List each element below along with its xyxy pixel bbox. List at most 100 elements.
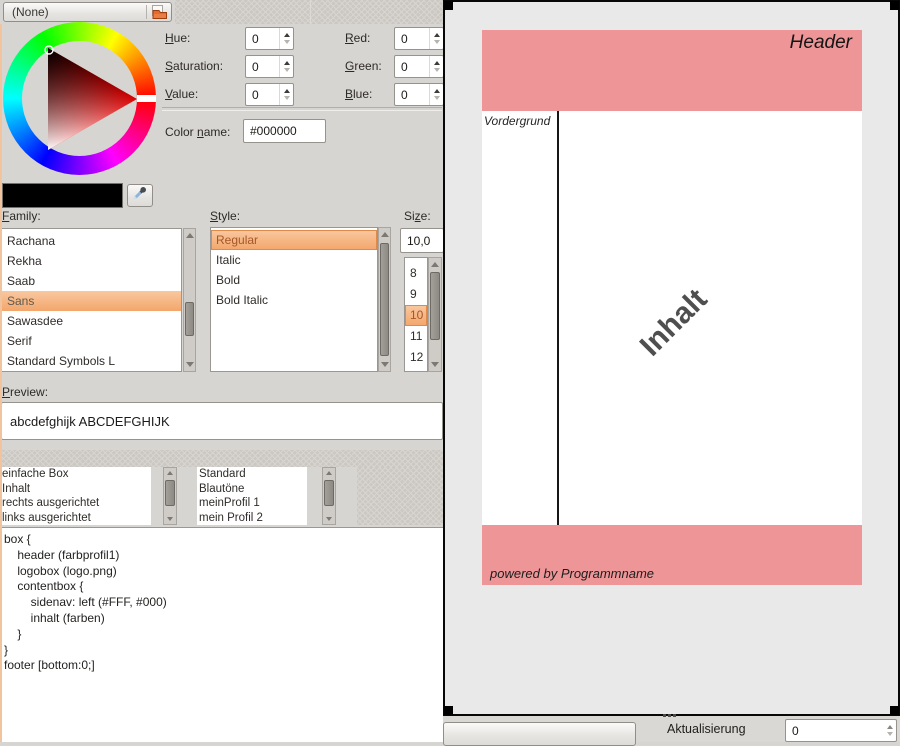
hue-spinner[interactable]: 0 xyxy=(245,27,294,50)
spinner-arrows[interactable] xyxy=(429,84,443,105)
list-item[interactable]: Italic xyxy=(211,250,377,270)
size-list[interactable]: 7 8 9 10 11 12 13 xyxy=(404,257,428,372)
preview-content-label: Inhalt xyxy=(616,265,732,381)
list-item[interactable]: Inhalt xyxy=(0,482,151,497)
list-item[interactable]: mein Profil 2 xyxy=(197,511,307,526)
scroll-down-icon[interactable] xyxy=(381,362,389,367)
scroll-up-icon[interactable] xyxy=(381,232,389,237)
preview-content-box[interactable]: Inhalt xyxy=(559,111,862,525)
list-item[interactable]: 13 xyxy=(405,368,427,372)
preview-footer-box[interactable]: powered by Programmname xyxy=(482,525,862,585)
spinner-arrows[interactable] xyxy=(279,28,293,49)
scroll-down-icon[interactable] xyxy=(186,362,194,367)
hue-label: Hue: xyxy=(165,31,190,45)
scrollbar-thumb[interactable] xyxy=(185,302,194,336)
list-item[interactable]: Bold xyxy=(211,270,377,290)
scrollbar-thumb[interactable] xyxy=(324,480,334,506)
scroll-down-icon[interactable] xyxy=(431,362,439,367)
preview-header-box[interactable]: Header xyxy=(482,30,862,111)
scroll-up-icon[interactable] xyxy=(431,262,439,267)
color-profile-list[interactable]: Standard Blautöne meinProfil 1 mein Prof… xyxy=(197,467,307,525)
spinner-arrows[interactable] xyxy=(279,84,293,105)
red-label: Red: xyxy=(345,31,370,45)
bottom-bar: Aktualisierung 0 xyxy=(443,716,900,742)
spinner-arrows[interactable] xyxy=(429,28,443,49)
box-list-scrollbar[interactable] xyxy=(163,467,177,525)
code-line: contentbox { xyxy=(4,579,443,595)
list-item[interactable]: Rekha xyxy=(2,251,181,271)
preview-header-text: Header xyxy=(790,32,852,54)
code-line: sidenav: left (#FFF, #000) xyxy=(4,595,443,611)
list-item[interactable]: Bold Italic xyxy=(211,290,377,310)
list-item[interactable]: Serif xyxy=(2,331,181,351)
value-spinner[interactable]: 0 xyxy=(245,83,294,106)
box-template-list[interactable]: einfache Box Inhalt rechts ausgerichtet … xyxy=(0,467,151,525)
code-line: } xyxy=(4,643,443,659)
list-item[interactable]: 12 xyxy=(405,347,427,368)
layout-preview-canvas[interactable]: Header Vordergrund Inhalt powered by Pro… xyxy=(443,0,900,716)
scrollbar-thumb[interactable] xyxy=(380,243,389,356)
family-list[interactable]: Rachana Rekha Saab Sans Sawasdee Serif S… xyxy=(1,228,182,372)
profile-list-scrollbar[interactable] xyxy=(322,467,336,525)
list-item[interactable]: einfache Box xyxy=(0,467,151,482)
resize-handle-top-left[interactable] xyxy=(444,1,453,10)
color-name-input[interactable]: #000000 xyxy=(243,119,326,143)
profile-selector[interactable]: (None) xyxy=(3,2,172,22)
scroll-down-icon[interactable] xyxy=(167,517,173,521)
sv-triangle[interactable] xyxy=(3,22,156,175)
scrollbar-thumb[interactable] xyxy=(430,272,440,340)
font-preview-input[interactable]: abcdefghijk ABCDEFGHIJK xyxy=(1,402,443,440)
scroll-down-icon[interactable] xyxy=(326,517,332,521)
style-scrollbar[interactable] xyxy=(378,227,391,372)
code-line: box { xyxy=(4,532,443,548)
scroll-up-icon[interactable] xyxy=(326,471,332,475)
pane-resize-grip[interactable] xyxy=(663,714,676,717)
list-item[interactable]: links ausgerichtet xyxy=(0,511,151,526)
resize-handle-top-right[interactable] xyxy=(890,1,899,10)
hsv-color-wheel[interactable] xyxy=(3,22,156,175)
list-item-selected[interactable]: 10 xyxy=(405,305,427,326)
list-item[interactable]: Saab xyxy=(2,271,181,291)
list-item[interactable]: Standard xyxy=(197,467,307,482)
list-item[interactable]: 9 xyxy=(405,284,427,305)
list-item[interactable]: Sawasdee xyxy=(2,311,181,331)
size-input[interactable]: 10,0 xyxy=(400,228,444,253)
size-scrollbar[interactable] xyxy=(428,257,442,372)
saturation-spinner[interactable]: 0 xyxy=(245,55,294,78)
save-profile-icon[interactable] xyxy=(147,5,171,20)
blue-spinner[interactable]: 0 xyxy=(394,83,444,106)
spinner-arrows[interactable] xyxy=(429,56,443,77)
red-spinner[interactable]: 0 xyxy=(394,27,444,50)
scroll-up-icon[interactable] xyxy=(167,471,173,475)
list-item-selected[interactable]: Regular xyxy=(211,230,377,250)
unlabeled-button[interactable] xyxy=(443,722,636,746)
layout-code-editor[interactable]: box { header (farbprofil1) logobox (logo… xyxy=(0,527,443,742)
family-scrollbar[interactable] xyxy=(183,228,196,372)
green-spinner[interactable]: 0 xyxy=(394,55,444,78)
resize-handle-bottom-right[interactable] xyxy=(890,706,899,715)
saturation-label: Saturation: xyxy=(165,59,223,73)
style-list[interactable]: Regular Italic Bold Bold Italic xyxy=(210,227,378,372)
refresh-spinner[interactable]: 0 xyxy=(785,719,897,742)
list-item[interactable]: 11 xyxy=(405,326,427,347)
spinner-arrows[interactable] xyxy=(883,720,896,741)
preview-label: Preview: xyxy=(2,385,48,399)
scrollbar-thumb[interactable] xyxy=(165,480,175,506)
list-item[interactable]: 8 xyxy=(405,263,427,284)
list-item[interactable]: meinProfil 1 xyxy=(197,496,307,511)
list-item[interactable]: Standard Symbols L xyxy=(2,351,181,371)
scroll-up-icon[interactable] xyxy=(186,233,194,238)
separator xyxy=(162,107,442,111)
resize-handle-bottom-left[interactable] xyxy=(444,706,453,715)
list-item[interactable]: Rachana xyxy=(2,231,181,251)
profile-selector-value: (None) xyxy=(4,5,146,19)
value-label: Value: xyxy=(165,87,198,101)
list-item[interactable]: rechts ausgerichtet xyxy=(0,496,151,511)
current-color-swatch xyxy=(2,183,123,208)
list-item-selected[interactable]: Sans xyxy=(2,291,181,311)
eyedropper-button[interactable] xyxy=(127,184,153,207)
code-line: logobox (logo.png) xyxy=(4,564,443,580)
spinner-arrows[interactable] xyxy=(279,56,293,77)
preview-sidenav-box[interactable]: Vordergrund xyxy=(482,111,557,525)
list-item[interactable]: Blautöne xyxy=(197,482,307,497)
